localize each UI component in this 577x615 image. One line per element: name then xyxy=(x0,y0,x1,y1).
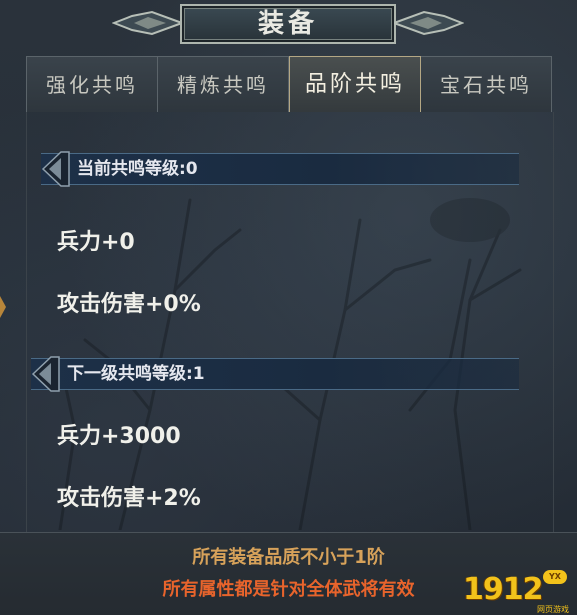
watermark-number: 1912 xyxy=(463,572,543,607)
requirement-text: 所有装备品质不小于1阶 xyxy=(192,547,385,568)
tab-strengthen-resonance[interactable]: 强化共鸣 xyxy=(26,56,158,112)
section-arrow-icon xyxy=(31,356,60,392)
current-troops-stat: 兵力+0 xyxy=(57,230,135,255)
next-level-label: 下一级共鸣等级:1 xyxy=(67,364,205,384)
equipment-resonance-panel: 装备 强化共鸣 精炼共鸣 品阶共鸣 宝石共鸣 当前共鸣等级:0 兵力+0 攻击伤… xyxy=(0,0,577,615)
tab-grade-resonance[interactable]: 品阶共鸣 xyxy=(289,56,421,112)
title-box: 装备 xyxy=(180,4,396,44)
resonance-content: 当前共鸣等级:0 兵力+0 攻击伤害+0% 下一级共鸣等级:1 兵力+3000 … xyxy=(26,112,554,532)
side-arrow-icon xyxy=(0,296,6,318)
tab-gem-resonance[interactable]: 宝石共鸣 xyxy=(421,56,552,112)
next-attack-damage-stat: 攻击伤害+2% xyxy=(57,486,201,511)
page-title: 装备 xyxy=(257,9,318,39)
next-level-header: 下一级共鸣等级:1 xyxy=(31,356,519,392)
title-ornament-right-icon xyxy=(394,10,464,36)
section-arrow-icon xyxy=(41,151,70,187)
site-watermark-logo: 1912 YX 网页游戏 xyxy=(463,568,573,614)
current-level-label: 当前共鸣等级:0 xyxy=(77,159,198,179)
resonance-tabs: 强化共鸣 精炼共鸣 品阶共鸣 宝石共鸣 xyxy=(26,56,552,112)
watermark-subtitle: 网页游戏 xyxy=(537,605,569,614)
current-level-header: 当前共鸣等级:0 xyxy=(41,151,519,187)
title-bar: 装备 xyxy=(0,0,577,50)
tab-refine-resonance[interactable]: 精炼共鸣 xyxy=(158,56,289,112)
current-attack-damage-stat: 攻击伤害+0% xyxy=(57,292,201,317)
title-ornament-left-icon xyxy=(112,10,182,36)
watermark-badge: YX xyxy=(543,570,567,584)
next-troops-stat: 兵力+3000 xyxy=(57,424,181,449)
